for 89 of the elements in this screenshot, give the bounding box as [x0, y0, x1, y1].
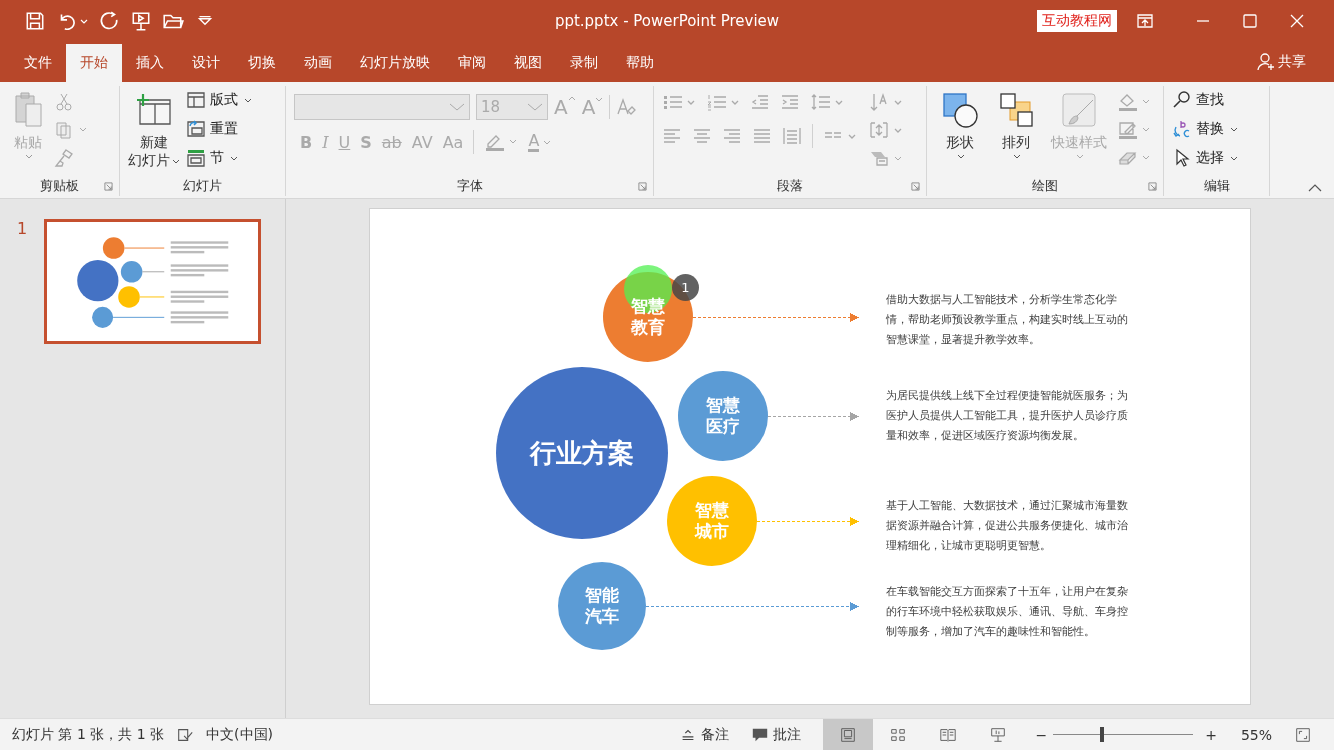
- brush-icon: [1059, 90, 1099, 130]
- topic-circle: 行业方案: [496, 367, 668, 539]
- caret-icon[interactable]: [80, 17, 88, 25]
- slide-number: 1: [16, 219, 29, 238]
- fit-slide-icon[interactable]: [1294, 725, 1312, 744]
- ribbon-tab[interactable]: 录制: [556, 44, 612, 82]
- group-label: 剪贴板: [40, 177, 79, 195]
- ribbon-tab[interactable]: 视图: [500, 44, 556, 82]
- replace-button[interactable]: 替换: [1172, 117, 1238, 141]
- zoom-in-button[interactable]: +: [1205, 726, 1217, 743]
- ribbon-display-icon[interactable]: [1135, 11, 1155, 31]
- select-button[interactable]: 选择: [1172, 146, 1238, 170]
- shape-fill-icon[interactable]: [1117, 92, 1151, 112]
- replace-icon: [1172, 119, 1192, 139]
- site-badge: 互动教程网: [1037, 10, 1117, 32]
- ribbon-tab[interactable]: 幻灯片放映: [346, 44, 444, 82]
- zoom-level[interactable]: 55%: [1240, 726, 1272, 743]
- presentation-icon[interactable]: [130, 10, 152, 32]
- caret-icon: [244, 96, 252, 104]
- caret-icon: [1230, 154, 1238, 162]
- notes-button[interactable]: 备注: [679, 725, 730, 744]
- group-label: 绘图: [1032, 177, 1058, 195]
- up-caret-icon: [567, 95, 576, 103]
- branch-circle: 智慧医疗: [678, 371, 768, 461]
- branch-circle: 智能汽车: [558, 562, 646, 650]
- description-text: 基于人工智能、大数据技术，通过汇聚城市海量数据资源并融合计算，促进公共服务便捷化、城市治理精细化，让城市更聪明更智慧。: [886, 498, 1129, 553]
- group-label: 字体: [456, 177, 483, 195]
- view-button[interactable]: [823, 719, 874, 750]
- maximize-icon[interactable]: [1240, 11, 1260, 31]
- dialog-launcher-icon[interactable]: [638, 181, 647, 191]
- group-label: 段落: [777, 177, 803, 195]
- slide-counter: 幻灯片 第 1 张，共 1 张: [12, 725, 165, 744]
- ribbon-tab[interactable]: 动画: [290, 44, 346, 82]
- animation-marker: 1: [672, 274, 699, 301]
- window-title: ppt.pptx - PowerPoint Preview: [554, 12, 780, 30]
- normal-view-icon: [839, 725, 858, 744]
- new-slide-button[interactable]: 新建 幻灯片: [128, 88, 180, 170]
- group-label: 编辑: [1203, 177, 1230, 195]
- ribbon-tab[interactable]: 帮助: [612, 44, 668, 82]
- search-icon: [1172, 90, 1192, 110]
- shape-outline-icon[interactable]: [1117, 120, 1151, 140]
- caret-icon: [595, 95, 604, 103]
- shapes-button[interactable]: 形状: [935, 88, 985, 160]
- layout-icon: [186, 90, 206, 110]
- cut-icon[interactable]: [54, 92, 74, 112]
- caret-icon: [25, 152, 33, 160]
- section-icon: [186, 148, 206, 168]
- caret-icon: [1230, 125, 1238, 133]
- caret-icon: [230, 154, 238, 162]
- ribbon-tab[interactable]: 切换: [234, 44, 290, 82]
- layout-button[interactable]: 版式: [186, 88, 252, 112]
- caret-icon: [1013, 152, 1021, 160]
- arrange-button[interactable]: 排列: [991, 88, 1041, 160]
- caret-icon: [957, 152, 965, 160]
- group-label: 幻灯片: [183, 177, 222, 195]
- slide-thumbnail[interactable]: [44, 219, 261, 344]
- collapse-ribbon-icon[interactable]: [1308, 184, 1322, 192]
- ribbon-tab[interactable]: 插入: [122, 44, 178, 82]
- dialog-launcher-icon[interactable]: [104, 181, 113, 191]
- caret-icon: [449, 102, 465, 112]
- zoom-out-button[interactable]: −: [1035, 726, 1048, 743]
- format-painter-icon[interactable]: [54, 148, 74, 168]
- copy-icon[interactable]: [54, 120, 88, 140]
- language-indicator[interactable]: 中文(中国): [206, 725, 273, 744]
- redo-icon[interactable]: [98, 10, 120, 32]
- caret-icon: [527, 102, 543, 112]
- reset-button[interactable]: 重置: [186, 117, 252, 141]
- dialog-launcher-icon[interactable]: [911, 181, 920, 191]
- person-add-icon: [1256, 52, 1276, 72]
- section-button[interactable]: 节: [186, 146, 252, 170]
- caret-icon: [1076, 152, 1084, 160]
- ribbon-tab[interactable]: 设计: [178, 44, 234, 82]
- find-button[interactable]: 查找: [1172, 88, 1238, 112]
- description-text: 借助大数据与人工智能技术，分析学生常态化学情，帮助老师预设教学重点，构建实时线上互动的智慧课堂，显著提升教学效率。: [886, 292, 1129, 347]
- ribbon-tab[interactable]: 审阅: [444, 44, 500, 82]
- dialog-launcher-icon[interactable]: [1148, 181, 1157, 191]
- shapes-icon: [940, 90, 980, 130]
- presentation-icon: [989, 725, 1008, 744]
- animation-highlight: [624, 265, 672, 313]
- ribbon-tab[interactable]: 开始: [66, 44, 122, 82]
- description-text: 为居民提供线上线下全过程便捷智能就医服务；为医护人员提供人工智能工具，提升医护人员诊疗质量和效率，促进区域医疗资源均衡发展。: [886, 388, 1129, 443]
- save-icon[interactable]: [24, 10, 46, 32]
- description-text: 在车载智能交互方面探索了十五年，让用户在复杂的行车环境中轻松获取娱乐、通讯、导航、车身控制等服务，增加了汽车的趣味性和智能性。: [886, 584, 1129, 639]
- comments-button[interactable]: 批注: [751, 725, 802, 744]
- ribbon-tab[interactable]: 文件: [10, 44, 66, 82]
- caret-icon: [172, 157, 180, 165]
- share-button[interactable]: 共享: [1256, 42, 1306, 82]
- branch-circle: 智慧城市: [667, 476, 757, 566]
- reset-icon: [186, 119, 206, 139]
